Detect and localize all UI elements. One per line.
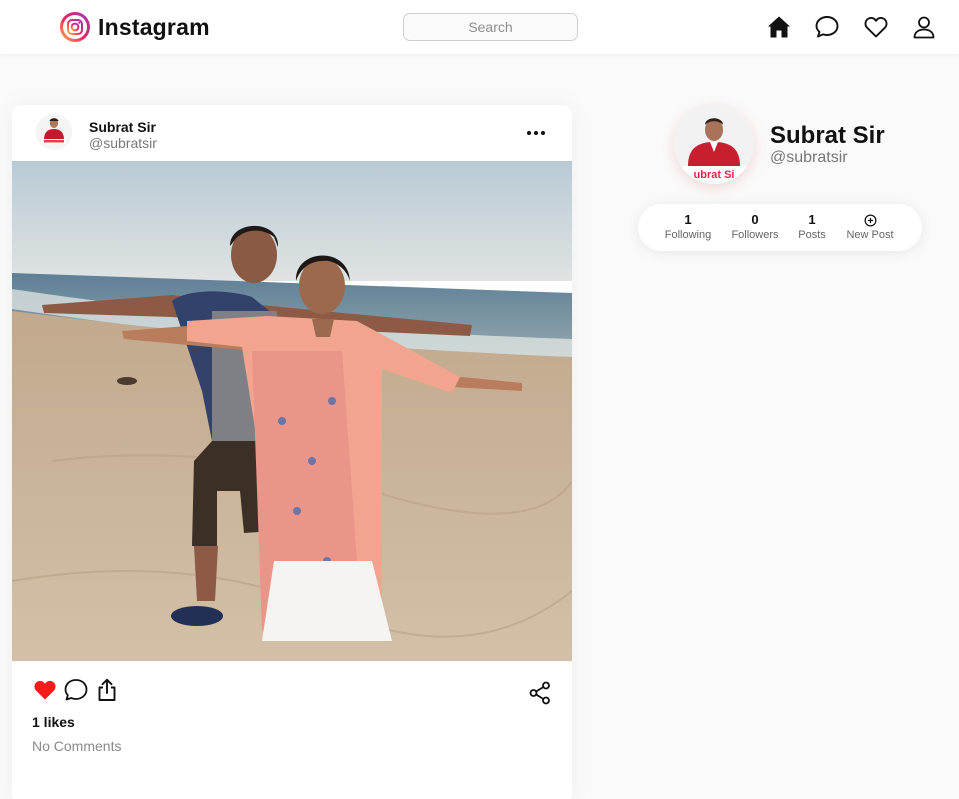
like-button[interactable] (32, 677, 58, 703)
profile-handle: @subratsir (770, 149, 848, 166)
user-icon (913, 16, 935, 39)
profile-name: Subrat Sir (770, 122, 885, 149)
more-horizontal-icon (527, 131, 545, 135)
app-name: Instagram (98, 13, 210, 40)
chat-icon (815, 16, 839, 38)
post-photo-beach (12, 161, 572, 661)
avatar-image (36, 114, 72, 150)
avatar-caption: ubrat Si (694, 169, 735, 181)
new-post-label: New Post (846, 229, 894, 241)
post-card: Subrat Sir @subratsir 1 likes No Comment… (12, 105, 572, 799)
instagram-logo-icon (60, 12, 90, 42)
messages-button[interactable] (814, 14, 840, 40)
plus-circle-icon (864, 214, 876, 226)
stat-followers[interactable]: 0 Followers (725, 212, 785, 241)
post-author-avatar[interactable] (36, 114, 72, 150)
stat-following[interactable]: 1 Following (658, 212, 718, 241)
heart-icon (864, 16, 888, 38)
stat-posts-label: Posts (798, 229, 826, 241)
comment-button[interactable] (63, 677, 89, 703)
stat-followers-value: 0 (751, 212, 759, 227)
top-navbar: Instagram (0, 0, 959, 54)
share-button[interactable] (94, 677, 120, 703)
stat-following-value: 1 (684, 212, 692, 227)
stat-followers-label: Followers (731, 229, 779, 241)
send-button[interactable] (527, 680, 553, 706)
stat-posts[interactable]: 1 Posts (792, 212, 832, 241)
search-input[interactable] (403, 13, 578, 41)
home-icon (768, 16, 790, 38)
post-author-name[interactable]: Subrat Sir (89, 119, 156, 135)
profile-avatar[interactable]: ubrat Si (674, 104, 754, 184)
profile-stats-bar: 1 Following 0 Followers 1 Posts New Post (638, 204, 922, 251)
brand[interactable]: Instagram (60, 12, 210, 42)
new-post-button[interactable]: New Post (841, 212, 899, 241)
comments-status[interactable]: No Comments (32, 738, 121, 754)
stat-following-label: Following (664, 229, 712, 241)
home-button[interactable] (766, 14, 792, 40)
share-upload-icon (98, 678, 116, 701)
stat-posts-value: 1 (808, 212, 816, 227)
profile-avatar-image: ubrat Si (674, 104, 754, 184)
notifications-button[interactable] (863, 14, 889, 40)
heart-filled-icon (34, 680, 56, 700)
post-options-button[interactable] (524, 122, 548, 144)
likes-count: 1 likes (32, 714, 75, 730)
post-author-handle[interactable]: @subratsir (89, 135, 157, 151)
post-image[interactable] (12, 161, 572, 661)
share-network-icon (529, 681, 550, 705)
profile-button[interactable] (911, 14, 937, 40)
comment-icon (64, 679, 88, 701)
